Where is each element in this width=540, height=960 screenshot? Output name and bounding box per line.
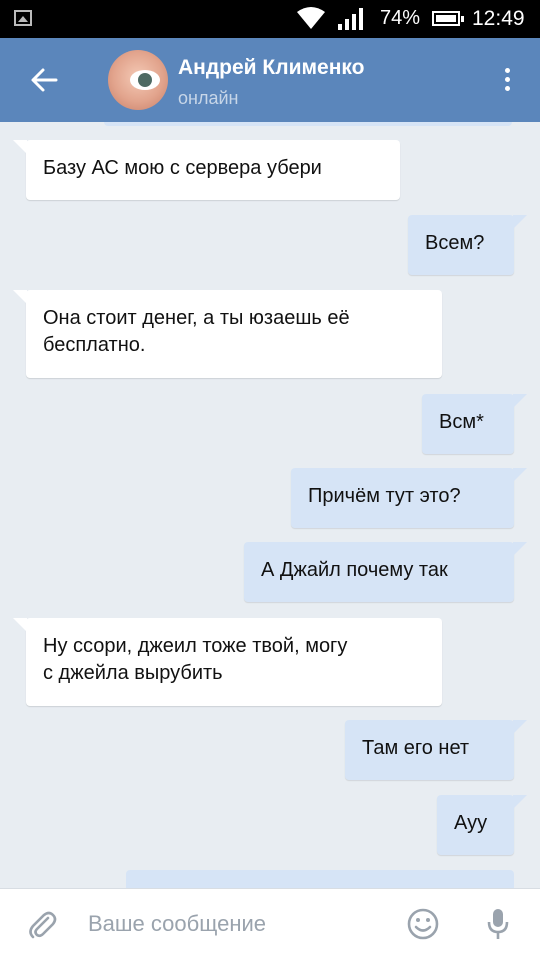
message-bubble[interactable]: Ну ссори, джеил тоже твой, могу с джейла… xyxy=(13,618,442,706)
status-bar: 74% 12:49 xyxy=(0,0,540,38)
message-bubble-partial xyxy=(126,870,514,888)
gallery-icon xyxy=(14,10,32,26)
message-text: Ауу xyxy=(454,812,488,834)
message-bubble[interactable]: Базу АС мою с сервера убери xyxy=(13,140,400,200)
message-composer xyxy=(0,888,540,960)
message-text: А Джайл почему так xyxy=(261,559,448,581)
clock: 12:49 xyxy=(472,7,525,30)
signal-icon xyxy=(338,8,363,30)
message-bubble[interactable]: Там его нет xyxy=(345,720,527,780)
message-text: с джейла вырубить xyxy=(43,662,223,684)
message-text: Причём тут это? xyxy=(308,485,461,507)
attach-icon[interactable] xyxy=(26,909,58,941)
emoji-icon[interactable] xyxy=(406,907,440,941)
message-text: Всем? xyxy=(425,232,485,254)
chat-header: Андрей Клименко онлайн xyxy=(0,38,540,122)
message-text: Там его нет xyxy=(362,737,470,759)
message-bubble[interactable]: Ауу xyxy=(437,795,527,855)
message-bubble[interactable]: Всм* xyxy=(422,394,527,454)
back-arrow-icon[interactable] xyxy=(26,62,62,98)
online-status: онлайн xyxy=(178,88,239,108)
message-bubble[interactable]: А Джайл почему так xyxy=(244,542,527,602)
message-bubble-partial xyxy=(104,122,512,126)
battery-percent: 74% xyxy=(380,7,421,29)
more-vert-icon[interactable] xyxy=(500,64,514,98)
message-text: Базу АС мою с сервера убери xyxy=(43,157,322,179)
contact-name[interactable]: Андрей Клименко xyxy=(178,56,364,80)
message-text: бесплатно. xyxy=(43,334,146,356)
message-bubble[interactable]: Причём тут это? xyxy=(291,468,527,528)
message-text: Всм* xyxy=(439,411,484,433)
mic-icon[interactable] xyxy=(486,907,510,941)
message-text: Она стоит денег, а ты юзаешь её xyxy=(43,307,350,329)
message-text: Ну ссори, джеил тоже твой, могу xyxy=(43,635,348,657)
wifi-icon xyxy=(297,7,325,29)
message-input[interactable] xyxy=(88,911,388,937)
message-list[interactable]: Базу АС мою с сервера убери Всем? Она ст… xyxy=(0,122,540,888)
battery-icon xyxy=(432,11,464,26)
avatar[interactable] xyxy=(108,50,168,110)
message-bubble[interactable]: Она стоит денег, а ты юзаешь её бесплатн… xyxy=(13,290,442,378)
message-bubble[interactable]: Всем? xyxy=(408,215,527,275)
